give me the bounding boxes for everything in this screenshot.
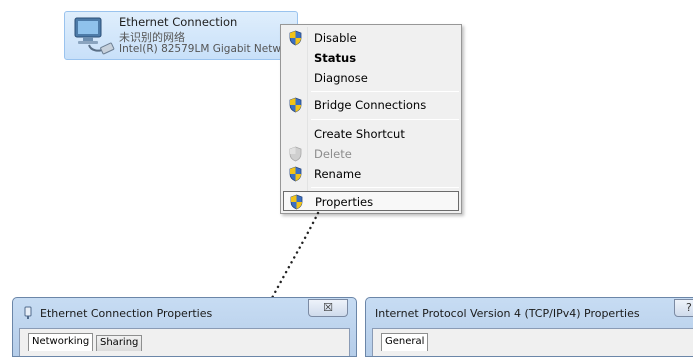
menu-item-create-shortcut[interactable]: Create Shortcut [283,124,459,144]
close-button[interactable]: ☒ [308,299,348,317]
adapter-device: Intel(R) 82579LM Gigabit Network Connect… [119,43,297,55]
dialog-body: General [372,328,693,356]
ethernet-adapter-tile[interactable]: Ethernet Connection 未识别的网络 Intel(R) 8257… [64,11,298,60]
uac-shield-icon [289,166,302,182]
network-connection-icon [24,306,32,319]
tab-sharing[interactable]: Sharing [96,335,143,351]
menu-separator [311,187,459,188]
menu-item-disable[interactable]: Disable [283,28,459,48]
ethernet-properties-dialog: Ethernet Connection Properties ☒ Network… [12,297,357,357]
menu-item-label: Disable [314,31,357,45]
menu-item-status[interactable]: Status [283,48,459,68]
uac-shield-icon [289,97,302,113]
uac-shield-icon [289,30,302,46]
menu-item-rename[interactable]: Rename [283,164,459,184]
menu-item-label: Delete [314,147,352,161]
network-adapter-icon [74,17,115,55]
help-button[interactable]: ? [674,299,693,317]
context-menu: Disable Status Diagnose Bridge Connectio… [280,24,462,214]
menu-item-label: Properties [315,195,374,209]
menu-separator [311,119,459,120]
dialog-body: Networking Sharing [19,328,350,356]
menu-item-label: Status [314,51,357,65]
dialog-title: Ethernet Connection Properties [40,307,213,320]
menu-item-label: Diagnose [314,71,368,85]
tab-networking[interactable]: Networking [28,333,94,351]
menu-item-bridge-connections[interactable]: Bridge Connections [283,95,459,115]
menu-item-label: Rename [314,167,362,181]
menu-item-delete[interactable]: Delete [283,144,459,164]
ipv4-properties-dialog: Internet Protocol Version 4 (TCP/IPv4) P… [365,297,693,357]
menu-separator [311,91,459,92]
adapter-name: Ethernet Connection [119,15,238,29]
menu-item-diagnose[interactable]: Diagnose [283,68,459,88]
dialog-title: Internet Protocol Version 4 (TCP/IPv4) P… [375,307,640,320]
menu-item-label: Create Shortcut [314,127,405,141]
uac-shield-icon [290,194,303,210]
menu-item-label: Bridge Connections [314,98,427,112]
uac-shield-icon [289,146,302,162]
menu-item-properties[interactable]: Properties [283,191,459,211]
tab-general[interactable]: General [381,333,429,351]
